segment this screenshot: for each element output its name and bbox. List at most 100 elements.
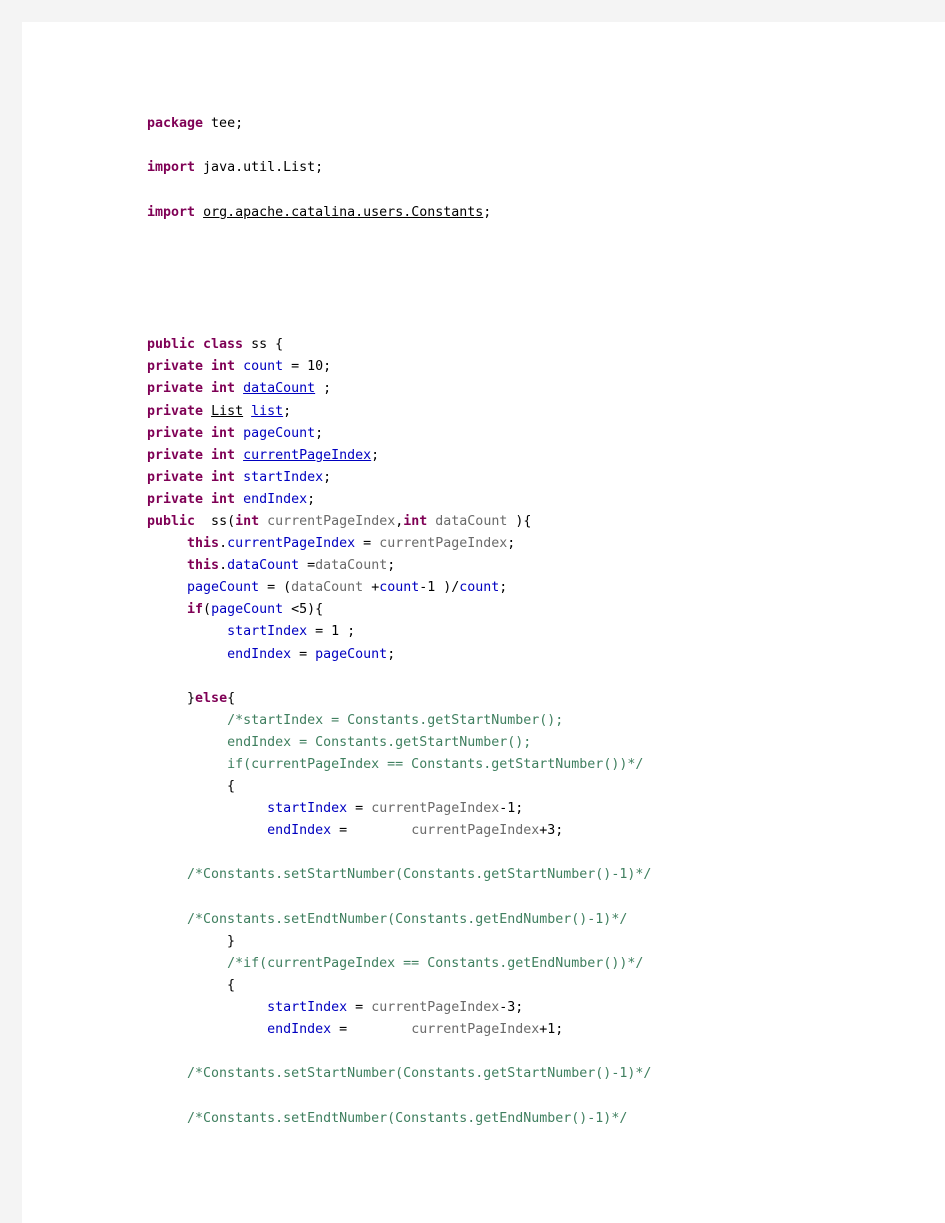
code-line: public class ss { [147, 334, 907, 356]
code-token-local: dataCount [435, 513, 508, 529]
code-token-comment: /*Constants.setEndtNumber(Constants.getE… [187, 1110, 628, 1126]
code-token-plain: = [291, 646, 316, 662]
page-sheet: package tee; import java.util.List; impo… [22, 22, 945, 1223]
code-token-plain: = [347, 1000, 372, 1016]
code-token-local: currentPageIndex [267, 513, 396, 529]
code-token-field: pageCount [315, 646, 388, 662]
code-token-field: startIndex [243, 469, 324, 485]
code-token-plain: = ( [259, 580, 292, 596]
code-listing[interactable]: package tee; import java.util.List; impo… [147, 113, 907, 1129]
code-token-comment: if(currentPageIndex == Constants.getStar… [227, 757, 644, 773]
code-line: import java.util.List; [147, 157, 907, 179]
code-line: private int pageCount; [147, 423, 907, 445]
code-token-keyword: if [187, 602, 204, 618]
code-line: private int endIndex; [147, 489, 907, 511]
code-token-plain: ; [507, 536, 516, 552]
code-token-plain: -1 )/ [419, 580, 460, 596]
code-line: /*Constants.setEndtNumber(Constants.getE… [147, 909, 907, 931]
code-token-local: dataCount [291, 580, 364, 596]
code-line: /*Constants.setEndtNumber(Constants.getE… [147, 1108, 907, 1130]
code-line: import org.apache.catalina.users.Constan… [147, 202, 907, 224]
code-token-field: list [251, 403, 284, 419]
code-line: endIndex = currentPageIndex+1; [147, 1019, 907, 1041]
code-token-comment: /*Constants.setStartNumber(Constants.get… [187, 867, 652, 883]
code-line: }else{ [147, 688, 907, 710]
code-token-plain: { [227, 690, 236, 706]
code-token-local: dataCount [315, 558, 388, 574]
code-line: /*if(currentPageIndex == Constants.getEn… [147, 953, 907, 975]
code-token-plain: = 10; [283, 359, 332, 375]
code-line: private int currentPageIndex; [147, 445, 907, 467]
code-token-plain: ; [499, 580, 508, 596]
code-line: endIndex = Constants.getStartNumber(); [147, 732, 907, 754]
code-line: } [147, 931, 907, 953]
code-token-plain: java.util.List; [195, 160, 324, 176]
code-token-plain: ; [307, 491, 316, 507]
code-token-plain: org.apache.catalina.users.Constants [203, 204, 484, 220]
code-token-plain: ; [387, 646, 396, 662]
code-line: pageCount = (dataCount +count-1 )/count; [147, 577, 907, 599]
code-token-plain: = [355, 536, 380, 552]
code-token-plain: ss( [195, 513, 236, 529]
code-token-local: currentPageIndex [411, 823, 540, 839]
code-token-keyword: this [187, 536, 220, 552]
code-token-plain: = [299, 558, 316, 574]
code-token-field: startIndex [227, 624, 308, 640]
code-token-plain: ; [323, 469, 332, 485]
code-token-local: currentPageIndex [411, 1022, 540, 1038]
code-token-plain: -1; [499, 801, 524, 817]
code-token-field: dataCount [243, 381, 316, 397]
code-token-plain: ; [315, 425, 324, 441]
code-token-keyword: import [147, 204, 196, 220]
code-line: if(pageCount <5){ [147, 599, 907, 621]
code-token-plain: tee; [203, 116, 244, 132]
code-token-field: count [459, 580, 500, 596]
code-token-local: currentPageIndex [379, 536, 508, 552]
code-line: this.currentPageIndex = currentPageIndex… [147, 533, 907, 555]
code-token-keyword: public class [147, 337, 244, 353]
code-token-keyword: else [195, 690, 228, 706]
code-token-field: dataCount [227, 558, 300, 574]
code-line: private List list; [147, 401, 907, 423]
code-token-keyword: private int [147, 359, 236, 375]
code-token-field: currentPageIndex [227, 536, 356, 552]
code-token-field: pageCount [243, 425, 316, 441]
code-line: if(currentPageIndex == Constants.getStar… [147, 754, 907, 776]
code-token-plain: -3; [499, 1000, 524, 1016]
code-token-keyword: package [147, 116, 204, 132]
code-token-plain: ){ [507, 513, 532, 529]
code-line: endIndex = currentPageIndex+3; [147, 820, 907, 842]
code-line: { [147, 975, 907, 997]
code-line: /*Constants.setStartNumber(Constants.get… [147, 864, 907, 886]
code-token-keyword: public [147, 513, 196, 529]
code-token-field: endIndex [227, 646, 292, 662]
code-token-plain: { [147, 779, 236, 795]
code-token-field: pageCount [211, 602, 284, 618]
code-line: private int startIndex; [147, 467, 907, 489]
code-token-local: currentPageIndex [371, 1000, 500, 1016]
code-line: startIndex = 1 ; [147, 621, 907, 643]
code-token-keyword: this [187, 558, 220, 574]
code-line: /*Constants.setStartNumber(Constants.get… [147, 1063, 907, 1085]
code-token-plain: . [219, 558, 228, 574]
